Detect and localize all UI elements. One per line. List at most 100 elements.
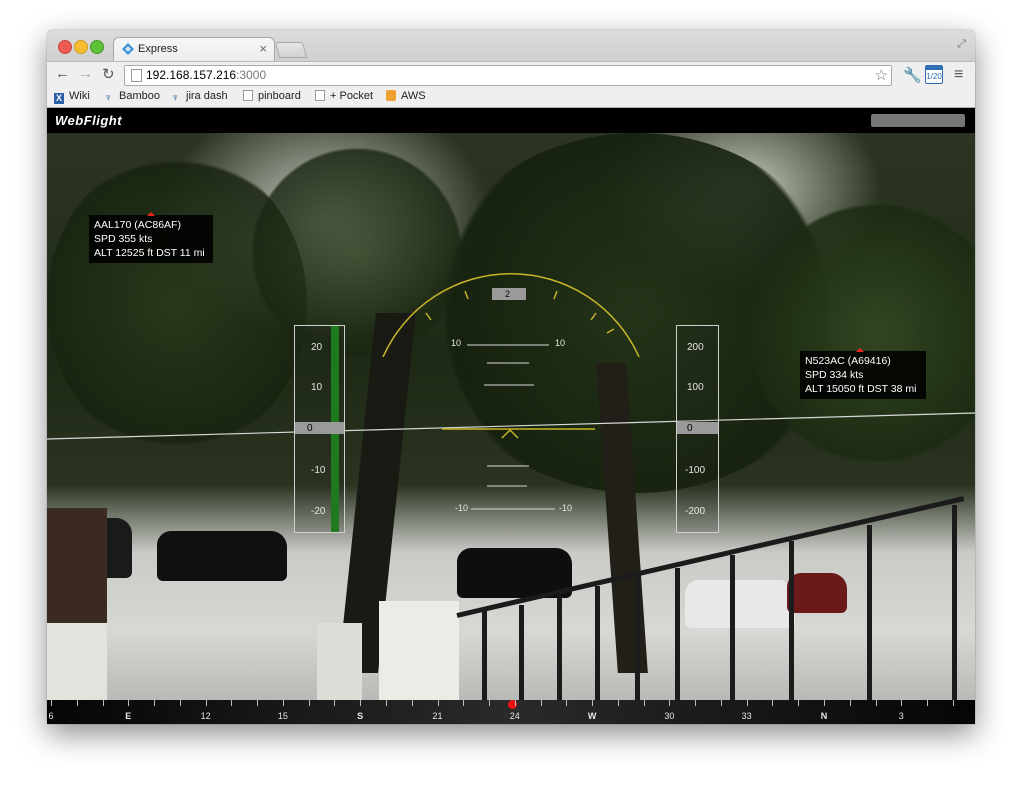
tab-express[interactable]: Express ×	[113, 37, 275, 62]
heading-tick	[205, 700, 207, 706]
heading-tick	[308, 700, 310, 706]
bookmark-jira-dash[interactable]: ♆ jira dash	[171, 90, 228, 104]
heading-tick	[257, 700, 259, 706]
heading-tick	[849, 700, 851, 706]
heading-tick	[128, 700, 130, 706]
flight-speed: SPD 355 kts	[94, 233, 153, 245]
altitude-readout-box	[677, 422, 718, 434]
tape-tick-label: 10	[311, 382, 323, 393]
bookmark-bamboo[interactable]: ♆ Bamboo	[104, 90, 160, 104]
heading-tick	[824, 700, 825, 706]
speed-readout-box	[295, 422, 344, 434]
flight-card[interactable]: AAL170 (AC86AF) SPD 355 kts ALT 12525 ft…	[89, 212, 213, 263]
tape-tick-label: -10	[311, 465, 326, 476]
new-tab-button[interactable]	[274, 42, 308, 58]
bookmark-star-icon[interactable]: ☆	[875, 66, 888, 84]
heading-tick	[772, 700, 774, 706]
heading-label: 33	[741, 711, 752, 721]
speed-tape: 20 10 0 -10 -20	[294, 325, 345, 533]
heading-tick	[669, 700, 671, 706]
browser-window: Express × ⤢ ← → ↻ 192.168.157.216:3000 ☆…	[47, 30, 975, 724]
heading-tick	[489, 700, 491, 706]
bamboo-icon: ♆	[104, 92, 113, 104]
heading-tick	[76, 700, 78, 706]
browser-toolbar: ← → ↻ 192.168.157.216:3000 ☆ 🔧 1/20 ≡	[47, 61, 975, 89]
heading-tick	[798, 700, 800, 706]
heading-tick	[514, 700, 516, 706]
status-indicator	[871, 114, 965, 127]
bookmarks-bar: X Wiki ♆ Bamboo ♆ jira dash pinboard + Pock…	[47, 88, 975, 108]
altitude-tape: 200 100 0 -100 -200	[676, 325, 719, 533]
reload-icon[interactable]: ↻	[102, 65, 115, 83]
menu-icon[interactable]: ≡	[954, 66, 963, 84]
bookmark-aws[interactable]: AWS	[386, 90, 426, 102]
heading-tick	[463, 700, 465, 706]
wiki-icon: X	[54, 93, 64, 104]
tab-close-icon[interactable]: ×	[259, 41, 267, 56]
address-bar[interactable]: 192.168.157.216:3000 ☆	[124, 65, 892, 86]
horizon-line	[47, 412, 975, 440]
heading-label: W	[587, 711, 597, 721]
heading-tick	[179, 700, 181, 706]
pitch-label: -10	[559, 503, 573, 513]
tape-tick-label: 200	[687, 342, 704, 353]
address-url[interactable]: 192.168.157.216:3000	[146, 68, 266, 82]
minimize-window-button[interactable]	[74, 40, 88, 54]
jira-icon: ♆	[171, 92, 180, 104]
camera-video-feed: 10 10 -10 -10 2 20 10 0 -10 -20 200 100 …	[47, 133, 975, 700]
flight-callsign: N523AC (A69416)	[805, 355, 891, 367]
heading-tick	[617, 700, 619, 706]
aircraft-marker-icon	[147, 212, 155, 216]
fullscreen-icon[interactable]: ⤢	[957, 38, 966, 51]
heading-label: 3	[898, 711, 904, 721]
heading-tick	[51, 700, 52, 706]
page-icon	[243, 90, 253, 101]
heading-tick	[746, 700, 748, 706]
heading-label: 15	[277, 711, 288, 721]
heading-label: 21	[432, 711, 443, 721]
heading-tick	[360, 700, 362, 706]
heading-tick	[695, 700, 697, 706]
heading-tick	[720, 700, 722, 706]
heading-tick	[566, 700, 568, 706]
tape-tick-label: -200	[685, 506, 706, 517]
back-icon[interactable]: ←	[55, 65, 70, 82]
tab-strip: Express × ⤢	[47, 30, 975, 62]
page-icon	[315, 90, 325, 101]
heading-tick	[875, 700, 877, 706]
forward-icon[interactable]: →	[78, 65, 93, 82]
close-window-button[interactable]	[58, 40, 72, 54]
heading-tick	[102, 700, 104, 706]
roll-readout: 2	[505, 289, 511, 299]
zoom-window-button[interactable]	[90, 40, 104, 54]
pitch-label: 10	[555, 338, 566, 348]
heading-tick	[385, 700, 387, 706]
pitch-label: 10	[451, 338, 462, 348]
heading-tick	[282, 700, 284, 706]
heading-tick	[901, 700, 903, 706]
webflight-page: WebFlight 10 10 -10 -10 2 20 10 0 -10 -2…	[47, 108, 975, 724]
heading-tick	[411, 700, 413, 706]
wrench-icon[interactable]: 🔧	[903, 66, 922, 84]
calendar-extension-icon[interactable]: 1/20	[925, 65, 943, 84]
tape-tick-label: 20	[311, 342, 323, 353]
altitude-readout: 0	[687, 423, 693, 434]
flight-altitude-distance: ALT 15050 ft DST 38 mi	[805, 383, 917, 395]
heading-label: E	[125, 711, 132, 721]
tape-tick-label: 100	[687, 382, 704, 393]
heading-tick	[437, 700, 439, 706]
bookmark-pocket[interactable]: + Pocket	[315, 90, 373, 102]
heading-tick	[231, 700, 233, 706]
aircraft-symbol	[501, 428, 519, 439]
page-icon	[131, 69, 142, 82]
heading-label: N	[820, 711, 828, 721]
tab-title: Express	[138, 43, 178, 55]
heading-label: 12	[200, 711, 211, 721]
heading-label: 24	[509, 711, 520, 721]
bookmark-pinboard[interactable]: pinboard	[243, 90, 301, 102]
flight-card[interactable]: N523AC (A69416) SPD 334 kts ALT 15050 ft…	[800, 348, 926, 399]
heading-tick	[154, 700, 156, 706]
tape-tick-label: -20	[311, 506, 326, 517]
heading-tick	[592, 700, 594, 706]
bookmark-wiki[interactable]: X Wiki	[54, 90, 90, 104]
